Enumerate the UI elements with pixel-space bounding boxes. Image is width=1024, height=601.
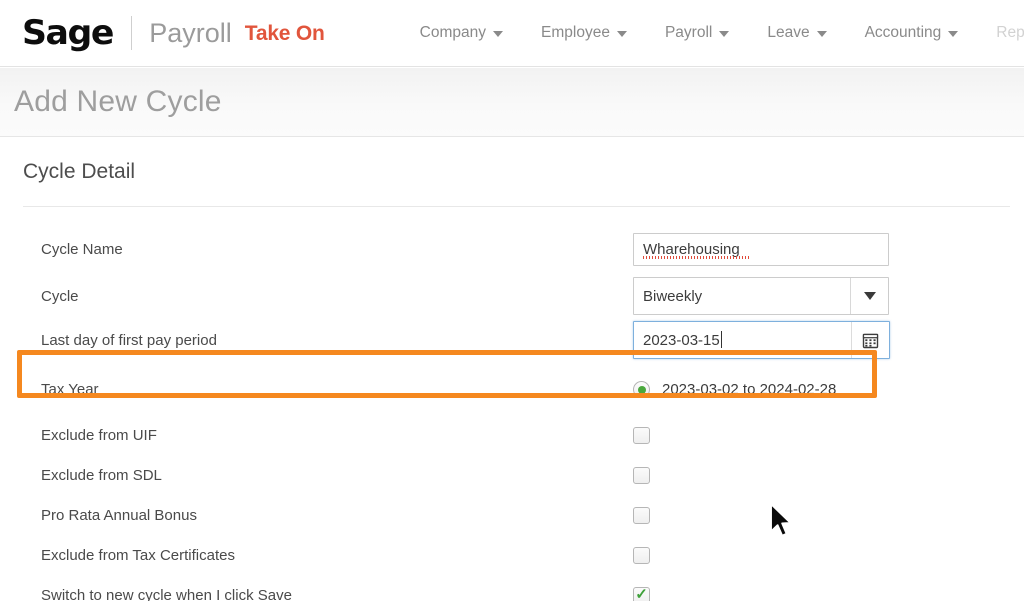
cycle-select[interactable]: Biweekly — [633, 277, 889, 315]
form-row-cycle: Cycle Biweekly — [0, 275, 1024, 317]
top-header: Sage Payroll Take On Company Employee Pa… — [0, 0, 1024, 67]
tax-year-radio-label: 2023-03-02 to 2024-02-28 — [662, 381, 836, 398]
checkbox-exclude-uif[interactable]: ✓ — [633, 427, 650, 444]
section-divider — [23, 206, 1010, 207]
control-exclude-sdl: ✓ — [633, 467, 650, 484]
chevron-down-icon — [719, 31, 729, 37]
form-row-pro-rata-bonus: Pro Rata Annual Bonus ✓ — [0, 495, 1024, 535]
nav-item-leave[interactable]: Leave — [748, 18, 845, 48]
tax-year-radio[interactable] — [633, 381, 650, 398]
form-row-exclude-sdl: Exclude from SDL ✓ — [0, 455, 1024, 495]
label-cycle-name: Cycle Name — [41, 241, 633, 258]
page-title: Add New Cycle — [0, 85, 222, 119]
label-last-day: Last day of first pay period — [41, 332, 633, 349]
last-day-value: 2023-03-15 — [643, 332, 720, 349]
form-row-last-day: Last day of first pay period 2023-03-15 — [0, 319, 1024, 361]
cycle-select-value: Biweekly — [634, 288, 850, 305]
control-tax-year: 2023-03-02 to 2024-02-28 — [633, 381, 836, 398]
nav-label: Payroll — [665, 24, 712, 42]
form-row-tax-year: Tax Year 2023-03-02 to 2024-02-28 — [0, 368, 1024, 411]
control-switch-to-new-cycle: ✓ — [633, 587, 650, 601]
section-heading: Cycle Detail — [0, 138, 1024, 184]
control-exclude-uif: ✓ — [633, 427, 650, 444]
check-icon: ✓ — [635, 587, 648, 601]
main-navigation: Company Employee Payroll Leave Accountin… — [401, 18, 1024, 48]
label-exclude-tax-certificates: Exclude from Tax Certificates — [41, 547, 633, 564]
sage-logo[interactable]: Sage — [22, 16, 113, 50]
nav-label: Reports — [996, 24, 1024, 42]
chevron-down-icon — [493, 31, 503, 37]
last-day-value-wrap[interactable]: 2023-03-15 — [634, 331, 851, 349]
tax-year-radio-group[interactable]: 2023-03-02 to 2024-02-28 — [633, 381, 836, 398]
form-row-exclude-tax-certificates: Exclude from Tax Certificates ✓ — [0, 535, 1024, 575]
page-content: Cycle Detail Cycle Name Cycle Biweekly — [0, 138, 1024, 601]
form-row-exclude-uif: Exclude from UIF ✓ — [0, 415, 1024, 455]
nav-item-company[interactable]: Company — [401, 18, 522, 48]
control-exclude-tax-certificates: ✓ — [633, 547, 650, 564]
label-pro-rata-bonus: Pro Rata Annual Bonus — [41, 507, 633, 524]
page-title-banner: Add New Cycle — [0, 68, 1024, 137]
nav-item-payroll[interactable]: Payroll — [646, 18, 748, 48]
brand-block: Sage Payroll Take On — [0, 16, 325, 50]
chevron-down-icon — [948, 31, 958, 37]
nav-item-employee[interactable]: Employee — [522, 18, 646, 48]
label-exclude-uif: Exclude from UIF — [41, 427, 633, 444]
calendar-picker-button[interactable] — [851, 322, 889, 358]
nav-label: Employee — [541, 24, 610, 42]
nav-item-reports: Reports — [977, 18, 1024, 48]
radio-selected-dot — [638, 386, 646, 394]
checkbox-exclude-tax-certificates[interactable]: ✓ — [633, 547, 650, 564]
nav-label: Leave — [767, 24, 809, 42]
chevron-down-icon — [817, 31, 827, 37]
application-window: Sage Payroll Take On Company Employee Pa… — [0, 0, 1024, 601]
checkbox-switch-to-new-cycle[interactable]: ✓ — [633, 587, 650, 601]
label-tax-year: Tax Year — [41, 381, 633, 398]
module-name: Payroll — [149, 20, 232, 47]
chevron-down-icon — [864, 292, 876, 300]
cycle-name-input[interactable] — [633, 233, 889, 266]
nav-item-accounting[interactable]: Accounting — [846, 18, 978, 48]
form-row-cycle-name: Cycle Name — [0, 229, 1024, 269]
product-name: Take On — [245, 23, 325, 44]
calendar-icon — [862, 332, 879, 349]
cycle-detail-form: Cycle Name Cycle Biweekly — [0, 229, 1024, 601]
control-cycle: Biweekly — [633, 277, 889, 315]
nav-label: Accounting — [865, 24, 942, 42]
cycle-select-toggle[interactable] — [850, 278, 888, 314]
brand-divider — [131, 16, 132, 50]
chevron-down-icon — [617, 31, 627, 37]
checkbox-pro-rata-bonus[interactable]: ✓ — [633, 507, 650, 524]
control-pro-rata-bonus: ✓ — [633, 507, 650, 524]
last-day-date-field[interactable]: 2023-03-15 — [633, 321, 890, 359]
form-row-switch-to-new-cycle: Switch to new cycle when I click Save ✓ — [0, 575, 1024, 601]
nav-label: Company — [420, 24, 486, 42]
control-last-day: 2023-03-15 — [633, 321, 890, 359]
label-cycle: Cycle — [41, 288, 633, 305]
label-switch-to-new-cycle: Switch to new cycle when I click Save — [41, 587, 633, 601]
control-cycle-name — [633, 233, 889, 266]
cycle-name-input-wrap — [633, 233, 889, 266]
text-cursor — [721, 331, 722, 348]
label-exclude-sdl: Exclude from SDL — [41, 467, 633, 484]
checkbox-exclude-sdl[interactable]: ✓ — [633, 467, 650, 484]
